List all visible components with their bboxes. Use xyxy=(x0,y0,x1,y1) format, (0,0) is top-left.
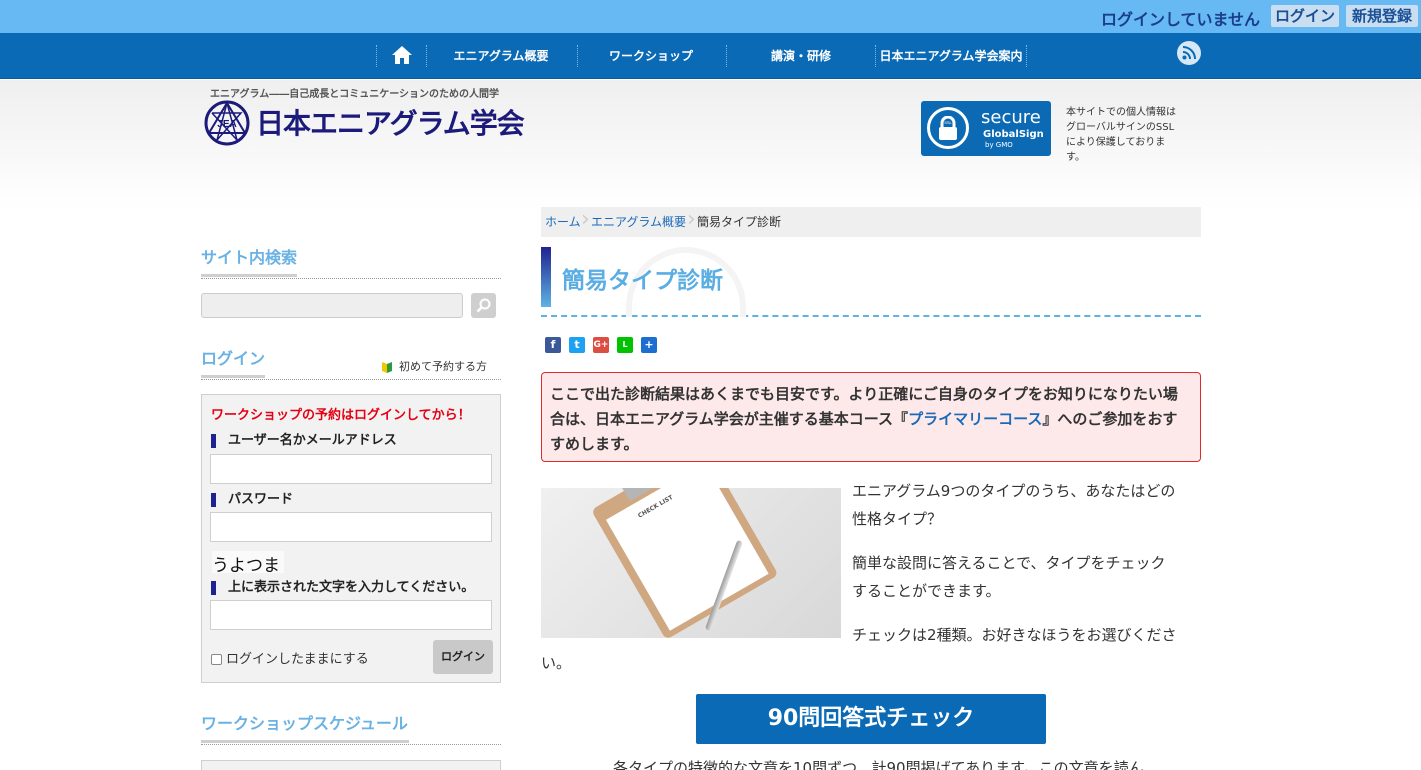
intro-line-1: エニアグラム9つのタイプのうち、あなたはどの xyxy=(852,482,1176,500)
ssl-seal[interactable]: SSL secure GlobalSign by GMO xyxy=(921,101,1051,156)
nav-separator xyxy=(726,45,727,67)
ssl-gmo-text: by GMO xyxy=(985,141,1013,149)
logo-mark-text: JEA xyxy=(217,119,236,130)
username-label: ユーザー名かメールアドレス xyxy=(211,434,397,448)
notice-box: ここで出た診断結果はあくまでも目安です。より正確にご自身のタイプをお知りになりた… xyxy=(541,372,1201,462)
line-icon[interactable]: L xyxy=(617,337,633,353)
checklist-image: CHECK LIST xyxy=(541,488,841,638)
rss-icon xyxy=(1182,46,1196,60)
search-title: サイト内検索 xyxy=(201,248,298,267)
nav-item-workshop[interactable]: ワークショップ xyxy=(590,33,712,79)
nav-home[interactable] xyxy=(380,33,424,79)
enneagram-logo-icon[interactable]: JEA xyxy=(203,99,251,147)
remember-checkbox[interactable] xyxy=(211,654,222,665)
intro-line-4: することができます。 xyxy=(852,582,1001,600)
password-field[interactable] xyxy=(210,512,492,542)
login-status: ログインしていません xyxy=(1100,10,1260,29)
check-description-text: 各タイプの特徴的な文章を10問ずつ、計90問掲げてあります。この文章を読ん xyxy=(613,759,1144,770)
ssl-globalsign-text: GlobalSign xyxy=(983,129,1044,140)
site-tagline: エニアグラム――自己成長とコミュニケーションのための人間学 xyxy=(210,89,499,100)
schedule-title: ワークショップスケジュール xyxy=(201,714,408,733)
site-logo-text[interactable]: 日本エニアグラム学会 xyxy=(256,102,525,142)
clipboard-paper: CHECK LIST xyxy=(605,488,769,631)
nav-item-overview[interactable]: エニアグラム概要 xyxy=(440,33,562,79)
ssl-small-label: SSL xyxy=(944,120,952,125)
ssl-note: 本サイトでの個人情報はグローバルサインのSSLにより保護しております。 xyxy=(1066,107,1176,163)
nav-separator xyxy=(577,45,578,67)
nav-item-about[interactable]: 日本エニアグラム学会案内 xyxy=(876,33,1026,79)
breadcrumb-home[interactable]: ホーム xyxy=(545,207,581,237)
captcha-label: 上に表示された文字を入力してください。 xyxy=(211,581,474,595)
first-time-link-label: 初めて予約する方 xyxy=(399,360,487,373)
intro-line-2: 性格タイプ？ xyxy=(852,510,943,528)
clipboard-shape: CHECK LIST xyxy=(591,488,779,638)
login-notice: ワークショップの予約はログインしてから！ xyxy=(211,408,471,423)
intro-line-5: チェックは2種類。お好きなほうをお選びくださ xyxy=(852,626,1177,644)
top-bar: ログインしていません ログイン 新規登録 xyxy=(0,0,1421,33)
lock-icon: SSL xyxy=(927,107,969,149)
breadcrumb-chevron-icon: › xyxy=(687,207,696,232)
sidebar-schedule-section: ワークショップスケジュール xyxy=(201,710,501,745)
share-icon[interactable]: + xyxy=(641,337,657,353)
checklist-caption: CHECK LIST xyxy=(636,493,675,520)
rss-link[interactable] xyxy=(1177,41,1201,65)
login-panel: ワークショップの予約はログインしてから！ ユーザー名かメールアドレス パスワード… xyxy=(201,394,501,683)
sidebar-search-section: サイト内検索 xyxy=(201,244,501,279)
nav-separator xyxy=(376,45,377,67)
intro-line-6: い。 xyxy=(541,654,572,672)
captcha-image: うよつま xyxy=(212,551,284,576)
page-title: 簡易タイプ診断 xyxy=(562,268,723,294)
facebook-icon[interactable]: f xyxy=(545,337,561,353)
search-button[interactable] xyxy=(471,293,496,318)
remember-label: ログインしたままにする xyxy=(226,652,369,667)
first-time-link[interactable]: 初めて予約する方 xyxy=(381,358,487,374)
remember-me[interactable]: ログインしたままにする xyxy=(211,648,369,667)
breadcrumb: ホーム › エニアグラム概要 › 簡易タイプ診断 xyxy=(541,207,1201,237)
captcha-field[interactable] xyxy=(210,600,492,630)
title-underline xyxy=(201,274,501,279)
primary-course-link[interactable]: プライマリーコース xyxy=(908,410,1042,428)
schedule-panel xyxy=(201,760,501,770)
twitter-icon[interactable]: t xyxy=(569,337,585,353)
top-login-button[interactable]: ログイン xyxy=(1271,5,1339,27)
nav-separator xyxy=(426,45,427,67)
nav-item-lecture[interactable]: 講演・研修 xyxy=(740,33,862,79)
home-icon xyxy=(392,46,412,64)
search-input[interactable] xyxy=(201,293,463,318)
top-register-button[interactable]: 新規登録 xyxy=(1346,5,1418,27)
login-submit-button[interactable]: ログイン xyxy=(433,640,493,674)
beginner-mark-icon xyxy=(382,361,392,373)
breadcrumb-parent[interactable]: エニアグラム概要 xyxy=(591,207,686,237)
main-nav: エニアグラム概要 ワークショップ 講演・研修 日本エニアグラム学会案内 xyxy=(0,33,1421,79)
intro-line-3: 簡単な設問に答えることで、タイプをチェック xyxy=(852,554,1166,572)
googleplus-icon[interactable]: G+ xyxy=(593,337,609,353)
ssl-secure-text: secure xyxy=(981,107,1041,128)
username-field[interactable] xyxy=(210,454,492,484)
password-label: パスワード xyxy=(211,493,293,507)
search-icon xyxy=(476,298,491,313)
title-underline xyxy=(201,740,501,745)
title-underline xyxy=(201,375,501,380)
nav-separator xyxy=(1026,45,1027,67)
breadcrumb-current: 簡易タイプ診断 xyxy=(697,215,782,229)
breadcrumb-chevron-icon: › xyxy=(581,207,590,232)
page-title-block: 簡易タイプ診断 xyxy=(541,247,1201,317)
title-accent-bar xyxy=(541,247,551,307)
ninety-question-check-button[interactable]: 90問回答式チェック xyxy=(696,694,1046,744)
